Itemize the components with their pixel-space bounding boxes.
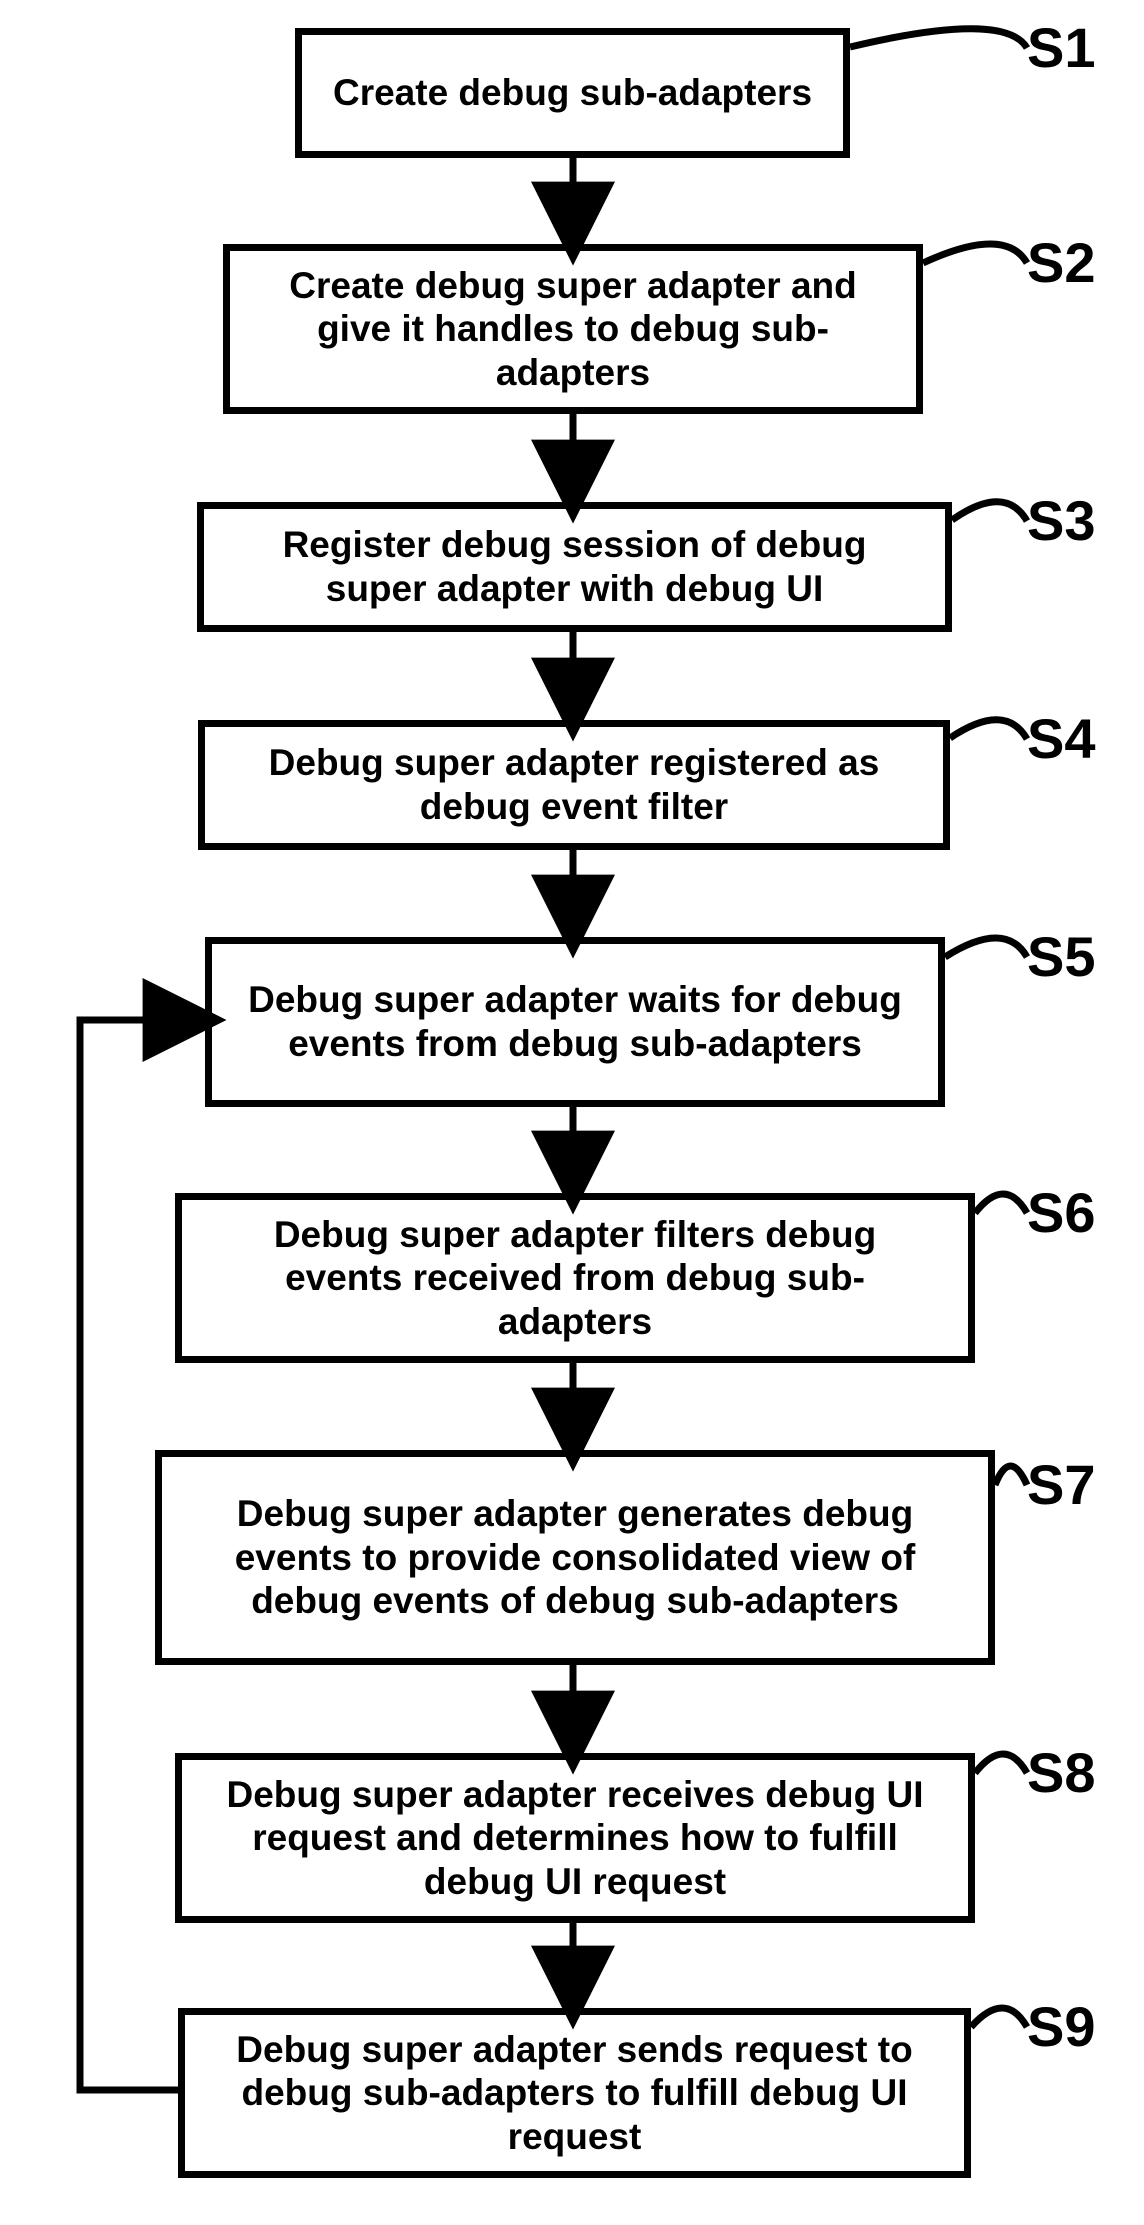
step-s6-label: S6	[1027, 1180, 1096, 1245]
step-s8-text: Debug super adapter receives debug UI re…	[212, 1773, 938, 1904]
step-s6-box: Debug super adapter filters debug events…	[175, 1193, 975, 1363]
flowchart: Create debug sub-adapters S1 Create debu…	[0, 0, 1144, 2225]
step-s7-label: S7	[1027, 1452, 1096, 1517]
step-s8-box: Debug super adapter receives debug UI re…	[175, 1753, 975, 1923]
step-s7-box: Debug super adapter generates debug even…	[155, 1450, 995, 1665]
step-s7-text: Debug super adapter generates debug even…	[192, 1492, 958, 1623]
step-s9-box: Debug super adapter sends request to deb…	[178, 2008, 971, 2178]
step-s4-box: Debug super adapter registered as debug …	[198, 720, 950, 850]
step-s2-text: Create debug super adapter and give it h…	[260, 264, 886, 395]
step-s3-box: Register debug session of debug super ad…	[197, 502, 952, 632]
step-s2-label: S2	[1027, 230, 1096, 295]
step-s3-text: Register debug session of debug super ad…	[234, 523, 915, 610]
step-s2-box: Create debug super adapter and give it h…	[223, 244, 923, 414]
step-s9-label: S9	[1027, 1994, 1096, 2059]
step-s9-text: Debug super adapter sends request to deb…	[215, 2028, 934, 2159]
step-s4-label: S4	[1027, 706, 1096, 771]
step-s1-box: Create debug sub-adapters	[295, 28, 850, 158]
step-s4-text: Debug super adapter registered as debug …	[235, 741, 913, 828]
step-s5-text: Debug super adapter waits for debug even…	[242, 978, 908, 1065]
step-s6-text: Debug super adapter filters debug events…	[212, 1213, 938, 1344]
step-s5-box: Debug super adapter waits for debug even…	[205, 937, 945, 1107]
step-s3-label: S3	[1027, 488, 1096, 553]
step-s1-label: S1	[1027, 15, 1096, 80]
step-s1-text: Create debug sub-adapters	[333, 71, 812, 115]
step-s8-label: S8	[1027, 1740, 1096, 1805]
step-s5-label: S5	[1027, 924, 1096, 989]
